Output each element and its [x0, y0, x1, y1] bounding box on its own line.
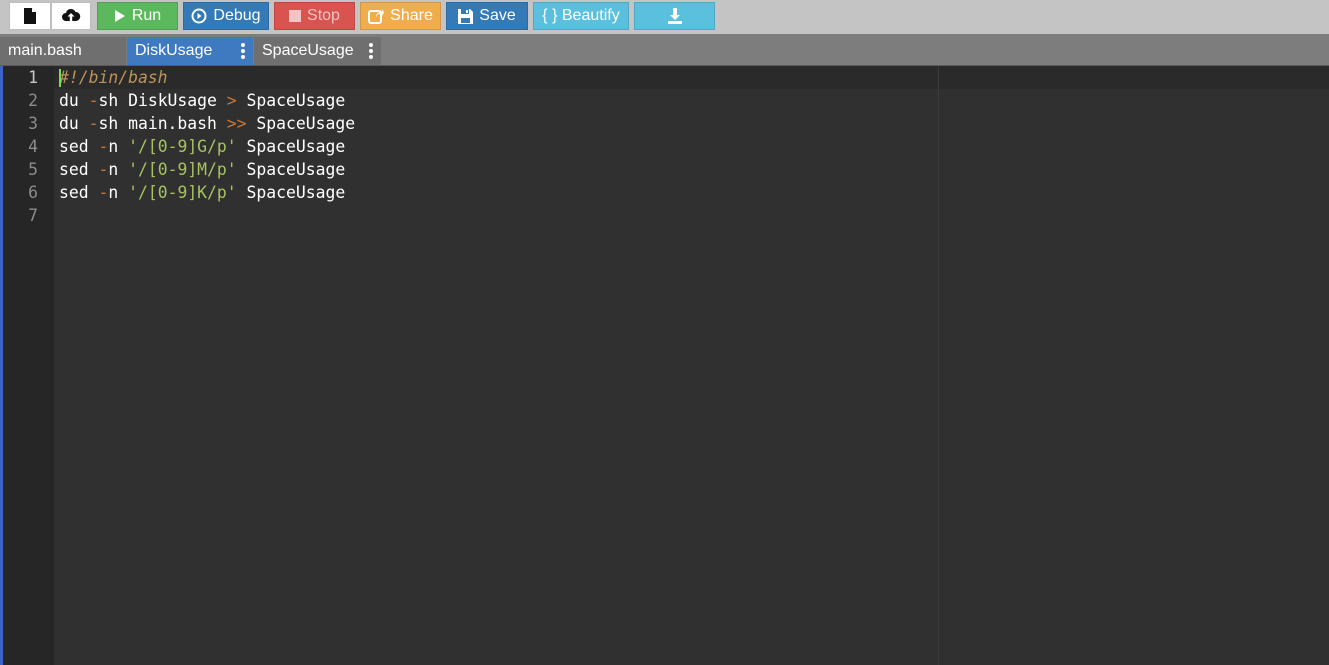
line-number: 1 [28, 68, 38, 87]
cloud-upload-icon [61, 8, 81, 24]
line-number: 6 [28, 183, 38, 202]
code-token: - [98, 160, 109, 179]
print-margin [938, 66, 939, 665]
code-token: > [226, 91, 237, 110]
share-button[interactable]: Share [360, 2, 441, 30]
line-number: 2 [28, 91, 38, 110]
code-token: SpaceUsage [236, 160, 346, 179]
code-token: sh main.bash [98, 114, 227, 133]
code-editor[interactable]: 1 2 3 4 5 6 7 #!/bin/bash du -sh DiskUsa… [3, 66, 1329, 665]
toolbar: Run Debug Stop Share Save {} Beautify [0, 0, 1329, 34]
play-icon [114, 9, 126, 23]
code-token: sed [59, 160, 99, 179]
code-line[interactable]: sed -n '/[0-9]M/p' SpaceUsage [59, 158, 345, 181]
vertical-dots-icon[interactable] [369, 43, 373, 59]
run-label: Run [131, 7, 162, 24]
stop-icon [289, 10, 302, 22]
run-button[interactable]: Run [97, 2, 178, 30]
share-icon [368, 8, 385, 24]
code-token: SpaceUsage [236, 183, 346, 202]
code-token: sed [59, 183, 99, 202]
stop-button[interactable]: Stop [274, 2, 355, 30]
online-ide: Run Debug Stop Share Save {} Beautify m… [0, 0, 1329, 665]
tab-label: SpaceUsage [262, 42, 354, 59]
tab-disk-usage[interactable]: DiskUsage [127, 37, 253, 65]
floppy-disk-icon [458, 8, 474, 24]
stop-label: Stop [307, 7, 340, 24]
share-label: Share [390, 7, 433, 24]
line-number: 3 [28, 114, 38, 133]
code-token: >> [226, 114, 247, 133]
code-token: n [108, 183, 129, 202]
save-label: Save [479, 7, 516, 24]
tab-label: DiskUsage [135, 42, 213, 59]
download-button[interactable] [634, 2, 715, 30]
download-icon [667, 8, 683, 24]
code-token: - [88, 114, 99, 133]
code-line[interactable]: du -sh main.bash >> SpaceUsage [59, 112, 355, 135]
upload-button[interactable] [51, 2, 91, 30]
code-token: '/[0-9]M/p' [128, 160, 237, 179]
text-cursor [59, 69, 61, 87]
tab-label: main.bash [8, 42, 82, 59]
line-number: 7 [28, 206, 38, 225]
line-number: 5 [28, 160, 38, 179]
code-token: du [59, 114, 89, 133]
code-token: - [88, 91, 99, 110]
code-token: sed [59, 137, 99, 156]
file-icon [23, 8, 37, 24]
code-token: n [108, 160, 129, 179]
new-file-button[interactable] [9, 2, 51, 30]
code-token: SpaceUsage [236, 137, 346, 156]
play-circle-icon [191, 8, 207, 24]
save-button[interactable]: Save [446, 2, 528, 30]
line-number: 4 [28, 137, 38, 156]
code-token: du [59, 91, 89, 110]
vertical-dots-icon[interactable] [241, 43, 245, 59]
code-line[interactable]: du -sh DiskUsage > SpaceUsage [59, 89, 345, 112]
code-token: - [98, 137, 109, 156]
code-line[interactable]: #!/bin/bash [59, 66, 168, 89]
code-token: sh DiskUsage [98, 91, 227, 110]
code-token: SpaceUsage [236, 91, 346, 110]
file-tab-bar: main.bash DiskUsage SpaceUsage [0, 34, 1329, 66]
code-token: n [108, 137, 129, 156]
active-line-highlight [54, 66, 1329, 89]
code-token: SpaceUsage [246, 114, 356, 133]
beautify-button[interactable]: { } Beautify [533, 2, 629, 30]
beautify-label: { } Beautify [542, 7, 620, 24]
tab-main-bash[interactable]: main.bash [0, 37, 126, 65]
code-token: '/[0-9]G/p' [128, 137, 237, 156]
code-line[interactable]: sed -n '/[0-9]K/p' SpaceUsage [59, 181, 345, 204]
code-token: '/[0-9]K/p' [128, 183, 237, 202]
tab-space-usage[interactable]: SpaceUsage [254, 37, 381, 65]
code-line[interactable]: sed -n '/[0-9]G/p' SpaceUsage [59, 135, 345, 158]
code-token: - [98, 183, 109, 202]
code-token: #!/bin/bash [59, 68, 168, 87]
debug-button[interactable]: Debug [183, 2, 269, 30]
debug-label: Debug [213, 7, 261, 24]
